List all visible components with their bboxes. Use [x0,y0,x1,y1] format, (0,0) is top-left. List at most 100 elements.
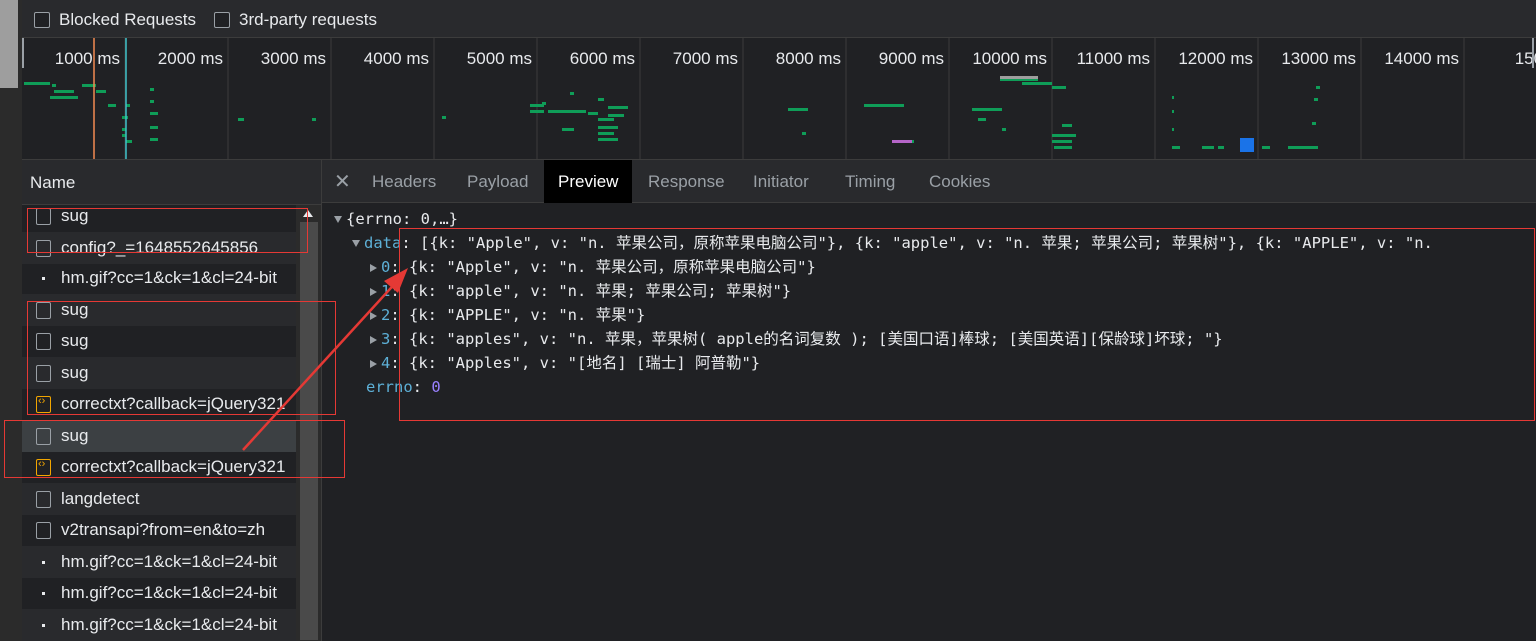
waterfall-bar [574,110,586,113]
expand-triangle-icon[interactable] [352,240,360,247]
third-party-label: 3rd-party requests [239,10,377,29]
waterfall-bar [150,138,158,141]
waterfall-bar [108,104,116,107]
collapse-triangle-icon[interactable] [370,287,377,296]
waterfall-bar [1288,146,1318,149]
collapse-triangle-icon[interactable] [370,335,377,344]
request-row[interactable]: hm.gif?cc=1&ck=1&cl=24-bit [22,577,296,609]
detail-tab-bar: ✕ Headers Payload Preview Response Initi… [322,160,1536,203]
third-party-filter[interactable]: 3rd-party requests [214,10,377,30]
document-icon [36,521,51,539]
waterfall-bar [1062,124,1072,127]
timeline-tick-label: 6000 ms [570,49,635,68]
request-name-label: sug [61,363,89,382]
request-row[interactable]: sug [22,357,296,389]
json-errno-key: errno [366,378,413,396]
waterfall-bar [570,92,574,95]
json-array-item[interactable]: 4: {k: "Apples", v: "[地名] [瑞士] 阿普勒"} [370,351,760,375]
waterfall-bar [150,88,154,91]
tab-payload[interactable]: Payload [453,160,542,203]
request-row[interactable]: hm.gif?cc=1&ck=1&cl=24-bit [22,609,296,641]
close-icon[interactable]: ✕ [334,169,351,194]
json-data-node[interactable]: data: [{k: "Apple", v: "n. 苹果公司，原称苹果电脑公司… [352,231,1433,255]
request-row[interactable]: sug [22,325,296,357]
waterfall-bar [1172,128,1174,131]
waterfall-bar [1316,86,1320,89]
waterfall-bar [1172,110,1174,113]
image-icon [36,270,51,287]
request-row[interactable]: sug [22,420,296,452]
waterfall-bar [972,108,1002,111]
json-array-item[interactable]: 2: {k: "APPLE", v: "n. 苹果"} [370,303,645,327]
waterfall-bar [892,140,912,143]
document-icon [36,427,51,445]
json-array-value: {k: "Apples", v: "[地名] [瑞士] 阿普勒"} [409,354,761,372]
waterfall-bar [978,118,986,121]
request-name-label: hm.gif?cc=1&ck=1&cl=24-bit [61,583,277,602]
json-array-index: 2 [381,306,391,324]
request-list-scroll-thumb[interactable] [300,222,318,640]
blocked-requests-checkbox[interactable] [34,12,50,28]
timeline-overview[interactable]: 1000 ms 2000 ms 3000 ms 4000 ms 5000 ms 6000 … [22,38,1536,160]
waterfall-bar [1172,96,1174,99]
waterfall-bar [1000,76,1038,79]
json-array-item[interactable]: 1: {k: "apple", v: "n. 苹果; 苹果公司; 苹果树"} [370,279,791,303]
timeline-tick-label: 3000 ms [261,49,326,68]
document-icon [36,301,51,319]
json-root-node[interactable]: {errno: 0,…} [334,207,458,231]
scroll-up-arrow-icon[interactable] [303,210,313,217]
expand-triangle-icon[interactable] [334,216,342,223]
timeline-tick-label: 13000 ms [1281,49,1356,68]
json-array-item[interactable]: 0: {k: "Apple", v: "n. 苹果公司，原称苹果电脑公司"} [370,255,816,279]
blocked-requests-filter[interactable]: Blocked Requests [34,10,196,30]
json-array-value: {k: "Apple", v: "n. 苹果公司，原称苹果电脑公司"} [409,258,816,276]
json-data-key: data [364,234,402,252]
image-icon [36,585,51,602]
name-column-header[interactable]: Name [22,160,321,205]
request-row[interactable]: config?_=1648552645856 [22,232,296,264]
waterfall-bar [1218,146,1224,149]
blocked-requests-label: Blocked Requests [59,10,197,29]
image-icon [36,617,51,634]
document-icon [36,207,51,225]
waterfall-bar [52,84,56,87]
waterfall-bar [788,108,808,111]
waterfall-bar [1314,98,1318,101]
tab-preview[interactable]: Preview [544,160,633,203]
timeline-tick-label: 11000 ms [1077,49,1150,68]
waterfall-bar [126,140,132,143]
waterfall-bar [1054,146,1072,149]
json-array-item[interactable]: 3: {k: "apples", v: "n. 苹果，苹果树( apple的名词… [370,327,1223,351]
timeline-tick-label: 4000 ms [364,49,429,68]
collapse-triangle-icon[interactable] [370,311,377,320]
gutter-scroll-thumb[interactable] [0,0,18,88]
waterfall-bar [24,82,50,85]
json-array-index: 3 [381,330,391,348]
waterfall-bar [598,118,614,121]
request-row[interactable]: hm.gif?cc=1&ck=1&cl=24-bit [22,546,296,578]
json-root-summary: {errno: 0,…} [346,210,458,228]
waterfall-bar [96,90,106,93]
third-party-checkbox[interactable] [214,12,230,28]
request-name-label: langdetect [61,489,140,508]
request-name-label: sug [61,300,89,319]
collapse-triangle-icon[interactable] [370,263,377,272]
waterfall-bar [598,138,618,141]
request-row[interactable]: correctxt?callback=jQuery321 [22,451,296,483]
request-name-label: sug [61,426,89,445]
tab-response[interactable]: Response [634,160,739,203]
waterfall-bar [608,106,628,109]
request-row[interactable]: sug [22,294,296,326]
request-row[interactable]: langdetect [22,483,296,515]
collapse-triangle-icon[interactable] [370,359,377,368]
request-row[interactable]: hm.gif?cc=1&ck=1&cl=24-bit [22,262,296,294]
tab-initiator[interactable]: Initiator [739,160,823,203]
request-row[interactable]: sug [22,205,296,232]
tab-headers[interactable]: Headers [358,160,450,203]
waterfall-bar [312,118,316,121]
tab-timing[interactable]: Timing [831,160,909,203]
request-row[interactable]: v2transapi?from=en&to=zh [22,514,296,546]
tab-cookies[interactable]: Cookies [915,160,1004,203]
request-row[interactable]: correctxt?callback=jQuery321 [22,388,296,420]
json-array-value: {k: "apples", v: "n. 苹果，苹果树( apple的名词复数 … [409,330,1223,348]
